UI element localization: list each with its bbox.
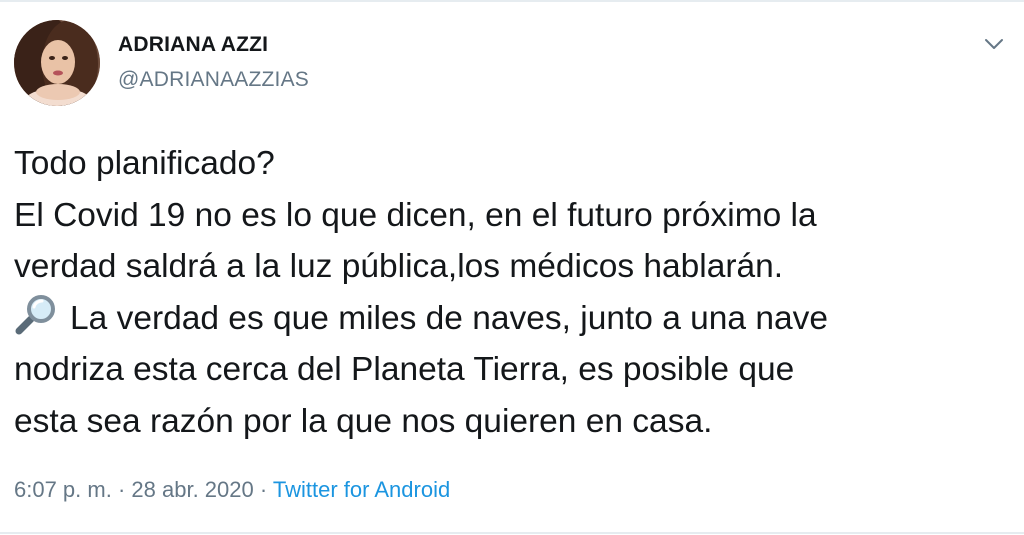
tweet-line: verdad saldrá a la luz pública,los médic… <box>14 248 784 285</box>
avatar[interactable] <box>14 20 100 106</box>
tweet-line: El Covid 19 no es lo que dicen, en el fu… <box>14 196 817 234</box>
meta-separator: · <box>253 477 273 502</box>
magnifying-glass-icon <box>15 294 55 334</box>
meta-separator: · <box>111 477 132 502</box>
top-divider <box>0 0 1024 2</box>
tweet-source-link[interactable]: Twitter for Android <box>273 477 450 502</box>
author-name[interactable]: ADRIANA AZZI <box>118 33 268 57</box>
tweet-line-with-emoji: La verdad es que miles de naves, junto a… <box>14 293 1014 345</box>
tweet-line: Todo planificado? <box>14 145 275 182</box>
tweet-line: esta sea razón por la que nos quieren en… <box>14 402 713 440</box>
tweet-menu-button[interactable] <box>978 28 1010 60</box>
tweet-meta: 6:07 p. m. · 28 abr. 2020 · Twitter for … <box>14 477 450 503</box>
tweet-date[interactable]: 28 abr. 2020 <box>131 477 253 502</box>
tweet-text: Todo planificado? El Covid 19 no es lo q… <box>14 138 1014 447</box>
author-handle[interactable]: @ADRIANAAZZIAS <box>118 68 309 92</box>
avatar-photo <box>14 20 100 106</box>
tweet-line-text: La verdad es que miles de naves, junto a… <box>70 299 828 337</box>
tweet-time[interactable]: 6:07 p. m. <box>14 477 112 502</box>
chevron-down-icon <box>985 39 1003 49</box>
bottom-divider <box>0 532 1024 534</box>
tweet-line: nodriza esta cerca del Planeta Tierra, e… <box>14 351 795 388</box>
